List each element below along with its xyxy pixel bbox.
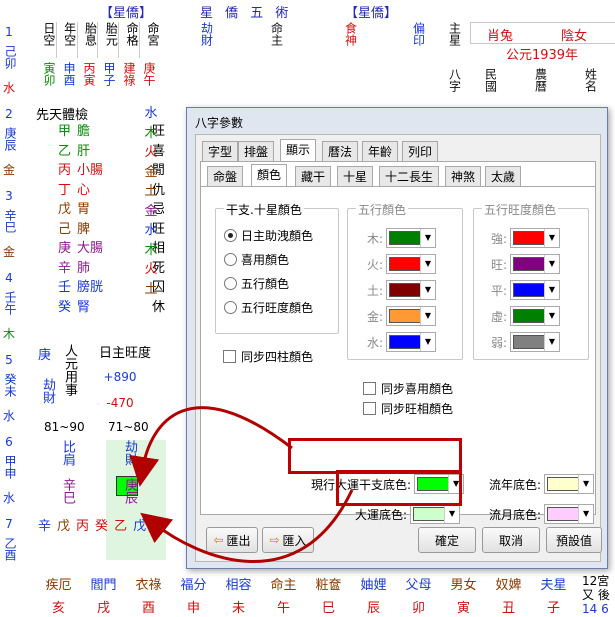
annotation-arrows [129, 406, 354, 563]
